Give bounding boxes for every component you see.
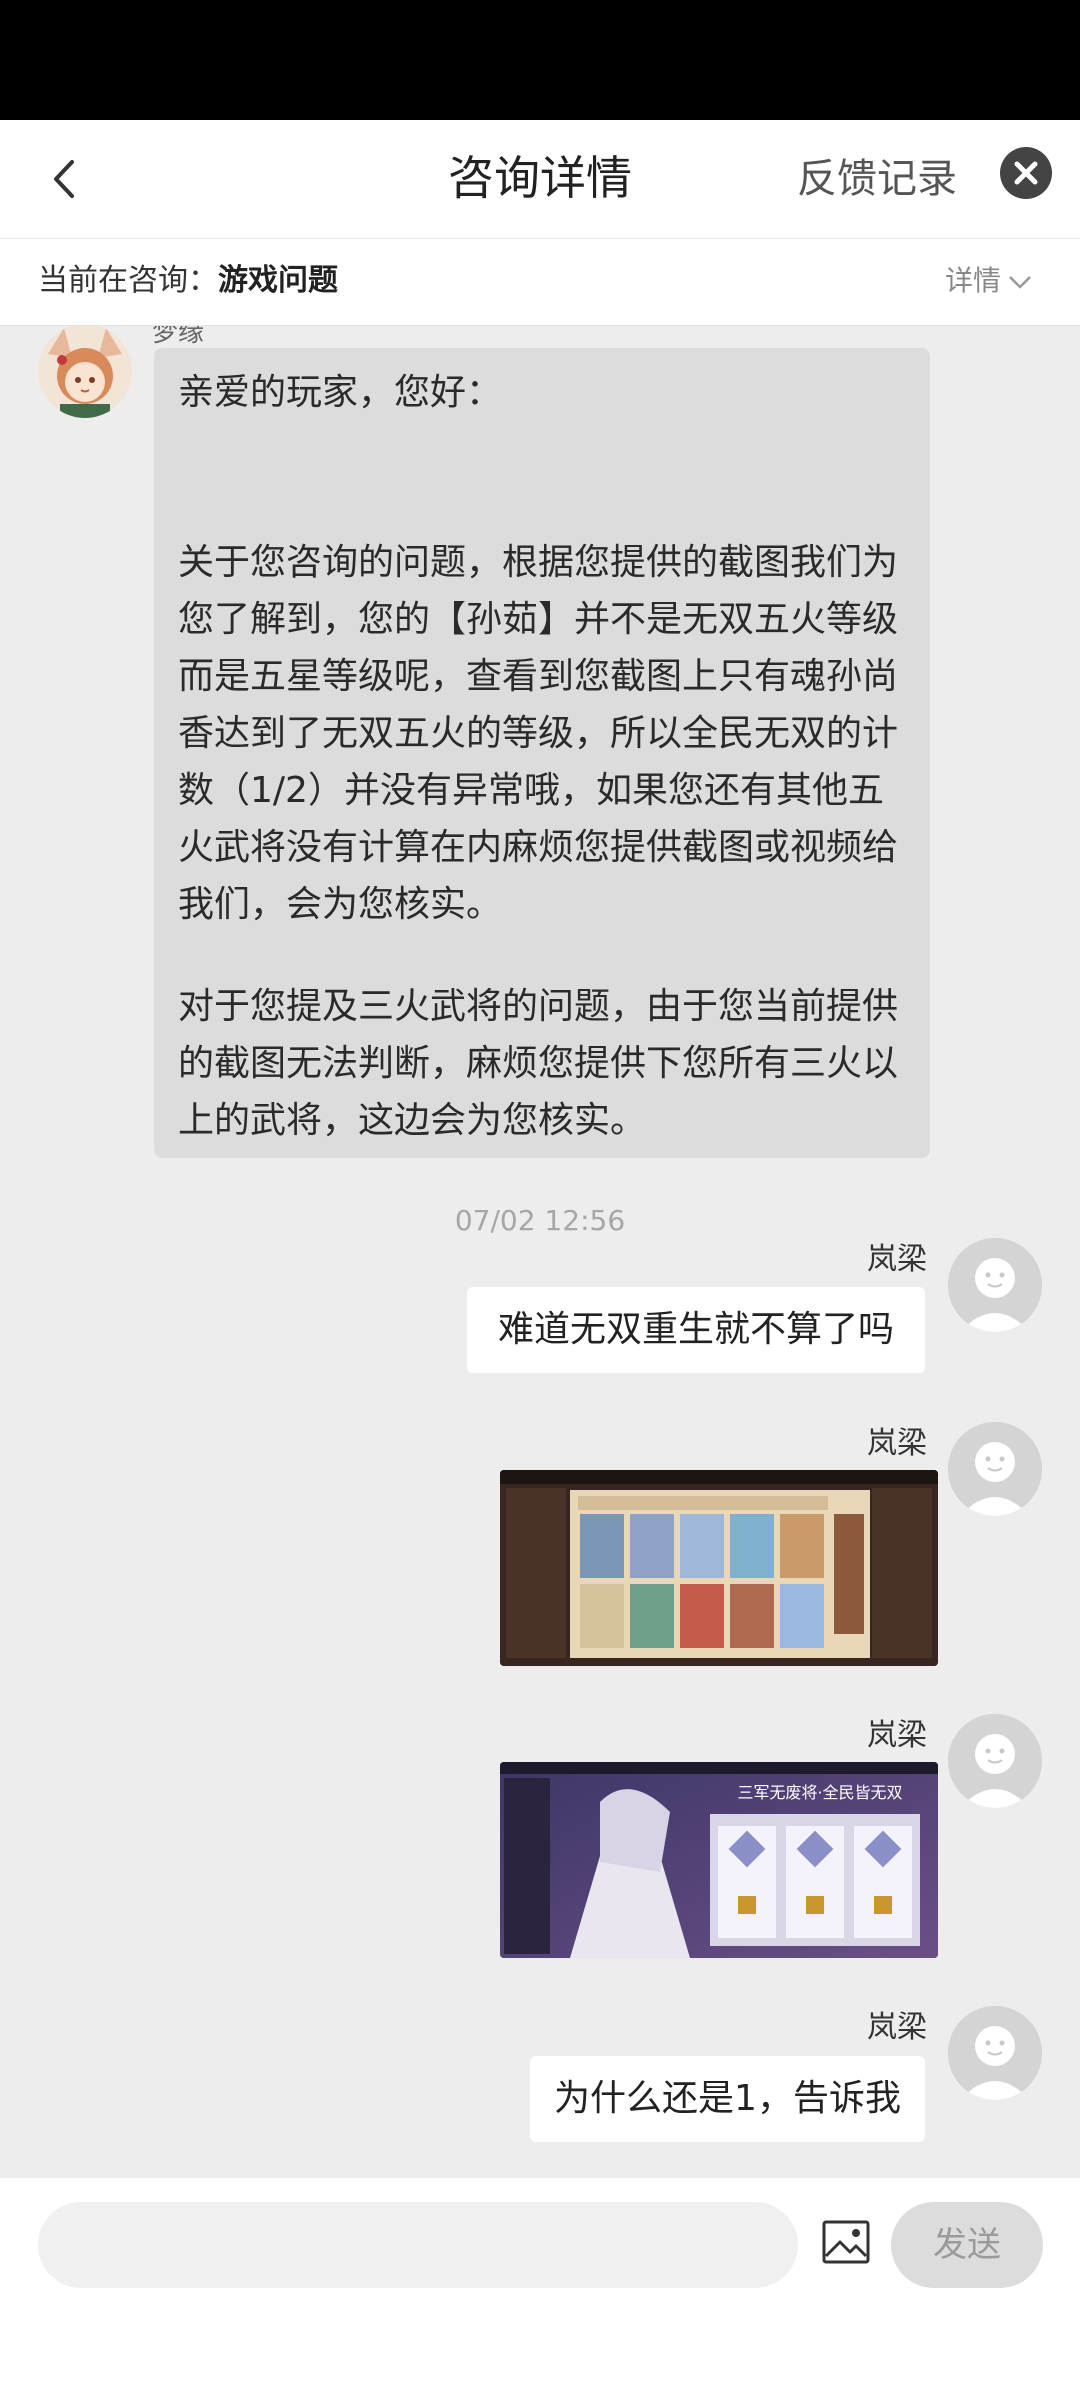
- user-avatar[interactable]: [948, 2006, 1042, 2100]
- user-avatar[interactable]: [948, 1714, 1042, 1808]
- message-timestamp: 07/02 12:56: [454, 1204, 626, 1237]
- consult-topic-value: 游戏问题: [218, 263, 338, 298]
- user-message-bubble: 难道无双重生就不算了吗: [467, 1287, 925, 1373]
- send-image-button[interactable]: [820, 2216, 872, 2268]
- agent-greeting: 亲爱的玩家，您好：: [178, 372, 503, 413]
- smiley-avatar-icon: [948, 2006, 1042, 2100]
- user-name: 岚梁: [867, 2010, 927, 2045]
- agent-name: 梦缘: [152, 326, 205, 348]
- input-bar: 发送: [0, 2178, 1080, 2310]
- user-name: 岚梁: [867, 1426, 927, 1461]
- detail-label: 详情: [945, 264, 1002, 297]
- user-name: 岚梁: [867, 1242, 927, 1277]
- bottom-safe-area: [0, 2310, 1080, 2403]
- game-screenshot-thumbnail: 三军无废将·全民皆无双: [500, 1762, 938, 1958]
- chat-area[interactable]: 梦缘 亲爱的玩家，您好： 关于您咨询的问题，根据您提供的截图我们为您了解到，您的…: [0, 326, 1080, 2178]
- status-bar: [0, 0, 1080, 120]
- message-input[interactable]: [38, 2202, 798, 2288]
- image-icon: [822, 2220, 870, 2264]
- smiley-avatar-icon: [948, 1422, 1042, 1516]
- nav-bar: 咨询详情 反馈记录: [0, 120, 1080, 239]
- consult-topic-prefix: 当前在咨询：: [38, 263, 218, 298]
- smiley-avatar-icon: [948, 1714, 1042, 1808]
- user-avatar[interactable]: [948, 1238, 1042, 1332]
- image-message[interactable]: [500, 1470, 938, 1666]
- send-button[interactable]: 发送: [891, 2202, 1043, 2288]
- user-message-bubble: 为什么还是1，告诉我: [530, 2056, 925, 2142]
- close-icon: [1014, 161, 1038, 185]
- user-avatar[interactable]: [948, 1422, 1042, 1516]
- user-name: 岚梁: [867, 1718, 927, 1753]
- agent-paragraph-1: 关于您咨询的问题，根据您提供的截图我们为您了解到，您的【孙茹】并不是无双五火等级…: [178, 542, 899, 925]
- image-message[interactable]: 三军无废将·全民皆无双: [500, 1762, 938, 1958]
- game-screenshot-thumbnail: [500, 1470, 938, 1666]
- smiley-avatar-icon: [948, 1238, 1042, 1332]
- chevron-down-icon: [1009, 276, 1031, 289]
- agent-avatar[interactable]: [38, 326, 132, 418]
- agent-paragraph-2: 对于您提及三火武将的问题，由于您当前提供的截图无法判断，麻烦您提供下您所有三火以…: [178, 986, 899, 1141]
- agent-message-bubble: 亲爱的玩家，您好： 关于您咨询的问题，根据您提供的截图我们为您了解到，您的【孙茹…: [154, 348, 930, 1158]
- close-button[interactable]: [1000, 147, 1052, 199]
- consult-topic-bar: 当前在咨询：游戏问题 详情: [0, 239, 1080, 326]
- consult-topic: 当前在咨询：游戏问题: [38, 259, 338, 303]
- detail-toggle[interactable]: 详情: [945, 261, 1033, 301]
- banner-text: 三军无废将·全民皆无双: [737, 1783, 902, 1802]
- feedback-records-link[interactable]: 反馈记录: [797, 150, 957, 208]
